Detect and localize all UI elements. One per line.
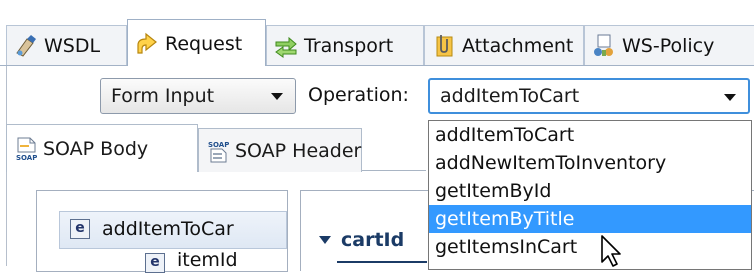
tree-item-label: itemId bbox=[177, 249, 238, 271]
editor-tab-strip: WSDL Request Transport Attachment WS-Pol… bbox=[0, 17, 754, 69]
view-mode-value: Form Input bbox=[111, 85, 215, 107]
message-section-tabs: SOAP SOAP Body SOAP SOAP Header bbox=[6, 124, 426, 174]
view-mode-select[interactable]: Form Input bbox=[100, 78, 296, 114]
ws-policy-icon bbox=[594, 34, 613, 56]
tree-item-label: addItemToCar bbox=[102, 218, 234, 240]
request-arrow-icon bbox=[137, 32, 157, 54]
element-icon: e bbox=[145, 253, 165, 273]
wsdl-icon bbox=[16, 34, 36, 57]
section-title[interactable]: cartId bbox=[341, 229, 404, 251]
operation-dropdown-list: addItemToCart addNewItemToInventory getI… bbox=[428, 120, 752, 270]
tab-transport[interactable]: Transport bbox=[266, 25, 424, 65]
element-icon: e bbox=[70, 219, 90, 239]
chevron-down-icon bbox=[271, 93, 283, 100]
subtab-label: SOAP Header bbox=[235, 139, 362, 162]
tab-wsdl[interactable]: WSDL bbox=[6, 25, 127, 65]
dropdown-option-highlighted[interactable]: getItemByTitle bbox=[429, 205, 751, 233]
collapse-triangle-icon[interactable] bbox=[319, 236, 331, 244]
dropdown-option[interactable]: addNewItemToInventory bbox=[429, 149, 751, 177]
tab-label: WS-Policy bbox=[622, 34, 715, 57]
tab-soap-header[interactable]: SOAP SOAP Header bbox=[198, 128, 362, 172]
operation-value: addItemToCart bbox=[440, 85, 580, 107]
tab-soap-body[interactable]: SOAP SOAP Body bbox=[6, 124, 198, 172]
tab-request[interactable]: Request bbox=[127, 19, 266, 67]
soap-body-icon: SOAP bbox=[16, 137, 37, 161]
transport-arrows-icon bbox=[275, 36, 297, 58]
tab-label: WSDL bbox=[44, 34, 101, 57]
operation-label: Operation: bbox=[308, 84, 409, 106]
mouse-pointer-icon bbox=[601, 235, 621, 267]
section-underline bbox=[337, 261, 427, 263]
soap-header-icon: SOAP bbox=[208, 141, 229, 162]
tab-ws-policy[interactable]: WS-Policy bbox=[584, 25, 754, 65]
svg-text:SOAP: SOAP bbox=[208, 141, 229, 149]
chevron-down-icon bbox=[724, 94, 736, 101]
tab-label: Attachment bbox=[462, 34, 574, 57]
dropdown-option[interactable]: addItemToCart bbox=[429, 121, 751, 149]
element-tree: e addItemToCar e itemId bbox=[36, 190, 288, 273]
subtab-label: SOAP Body bbox=[43, 137, 149, 160]
attachment-clip-icon bbox=[436, 34, 453, 56]
operation-select[interactable]: addItemToCart bbox=[428, 78, 750, 114]
dropdown-option[interactable]: getItemById bbox=[429, 177, 751, 205]
tree-item-add-item-to-cart[interactable]: e addItemToCar bbox=[59, 211, 287, 249]
tab-attachment[interactable]: Attachment bbox=[424, 25, 584, 65]
tab-label: Transport bbox=[304, 34, 394, 57]
svg-text:SOAP: SOAP bbox=[16, 154, 37, 161]
tab-label: Request bbox=[165, 32, 243, 55]
